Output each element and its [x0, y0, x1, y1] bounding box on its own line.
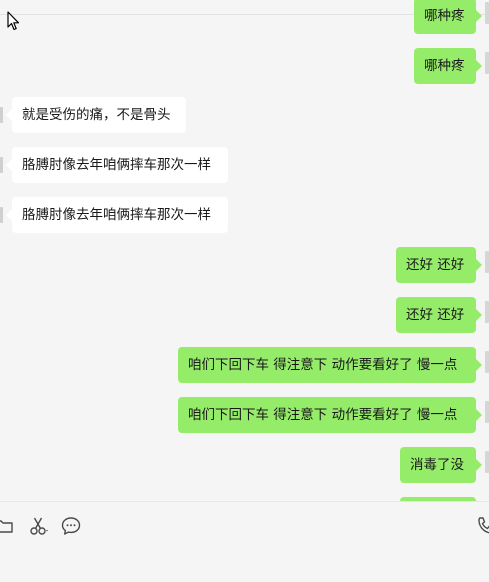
message-outgoing: 咱们下回下车 得注意下 动作要看好了 慢一点	[0, 397, 489, 433]
avatar[interactable]	[0, 207, 3, 223]
message-outgoing: 还好 还好	[0, 247, 489, 283]
avatar[interactable]	[0, 107, 3, 123]
message-bubble[interactable]: 就是受伤的痛，不是骨头	[6, 97, 186, 133]
message-bubble[interactable]: 胳膊肘像去年咱俩摔车那次一样	[6, 147, 228, 183]
chat-bubble-icon[interactable]	[61, 516, 81, 536]
message-outgoing: 消毒了没	[0, 447, 489, 483]
avatar[interactable]	[485, 401, 489, 423]
message-incoming: 胳膊肘像去年咱俩摔车那次一样	[0, 147, 489, 183]
message-bubble[interactable]: 胳膊肘像去年咱俩摔车那次一样	[6, 197, 228, 233]
chat-message-area[interactable]: 哪种疼 哪种疼 就是受伤的痛，不是骨头 胳膊肘像去年咱俩摔车那次一样 胳膊肘像去…	[0, 0, 489, 501]
message-bubble[interactable]: 哪种疼	[414, 48, 482, 84]
message-bubble[interactable]: 咱们下回下车 得注意下 动作要看好了 慢一点	[178, 397, 482, 433]
avatar[interactable]	[485, 52, 489, 74]
avatar[interactable]	[485, 301, 489, 323]
message-bubble[interactable]: 咱们下回下车 得注意下 动作要看好了 慢一点	[178, 347, 482, 383]
message-bubble[interactable]: 消毒了没	[400, 447, 482, 483]
scissors-icon[interactable]	[28, 516, 50, 536]
avatar[interactable]	[485, 351, 489, 373]
avatar[interactable]	[485, 251, 489, 273]
avatar[interactable]	[485, 451, 489, 473]
message-bubble[interactable]: 还好 还好	[396, 297, 482, 333]
message-outgoing: 还好 还好	[0, 297, 489, 333]
message-bubble[interactable]: 哪种疼	[414, 0, 482, 34]
input-toolbar	[0, 501, 489, 582]
mouse-cursor-icon	[7, 11, 20, 31]
phone-icon[interactable]	[476, 516, 489, 536]
avatar[interactable]	[0, 157, 3, 173]
avatar[interactable]	[485, 2, 489, 24]
message-outgoing: 咱们下回下车 得注意下 动作要看好了 慢一点	[0, 347, 489, 383]
message-outgoing: 哪种疼	[0, 0, 489, 34]
folder-icon[interactable]	[0, 516, 14, 536]
message-bubble[interactable]: 还好 还好	[396, 247, 482, 283]
message-incoming: 胳膊肘像去年咱俩摔车那次一样	[0, 197, 489, 233]
message-outgoing: 哪种疼	[0, 48, 489, 84]
message-incoming: 就是受伤的痛，不是骨头	[0, 97, 489, 133]
